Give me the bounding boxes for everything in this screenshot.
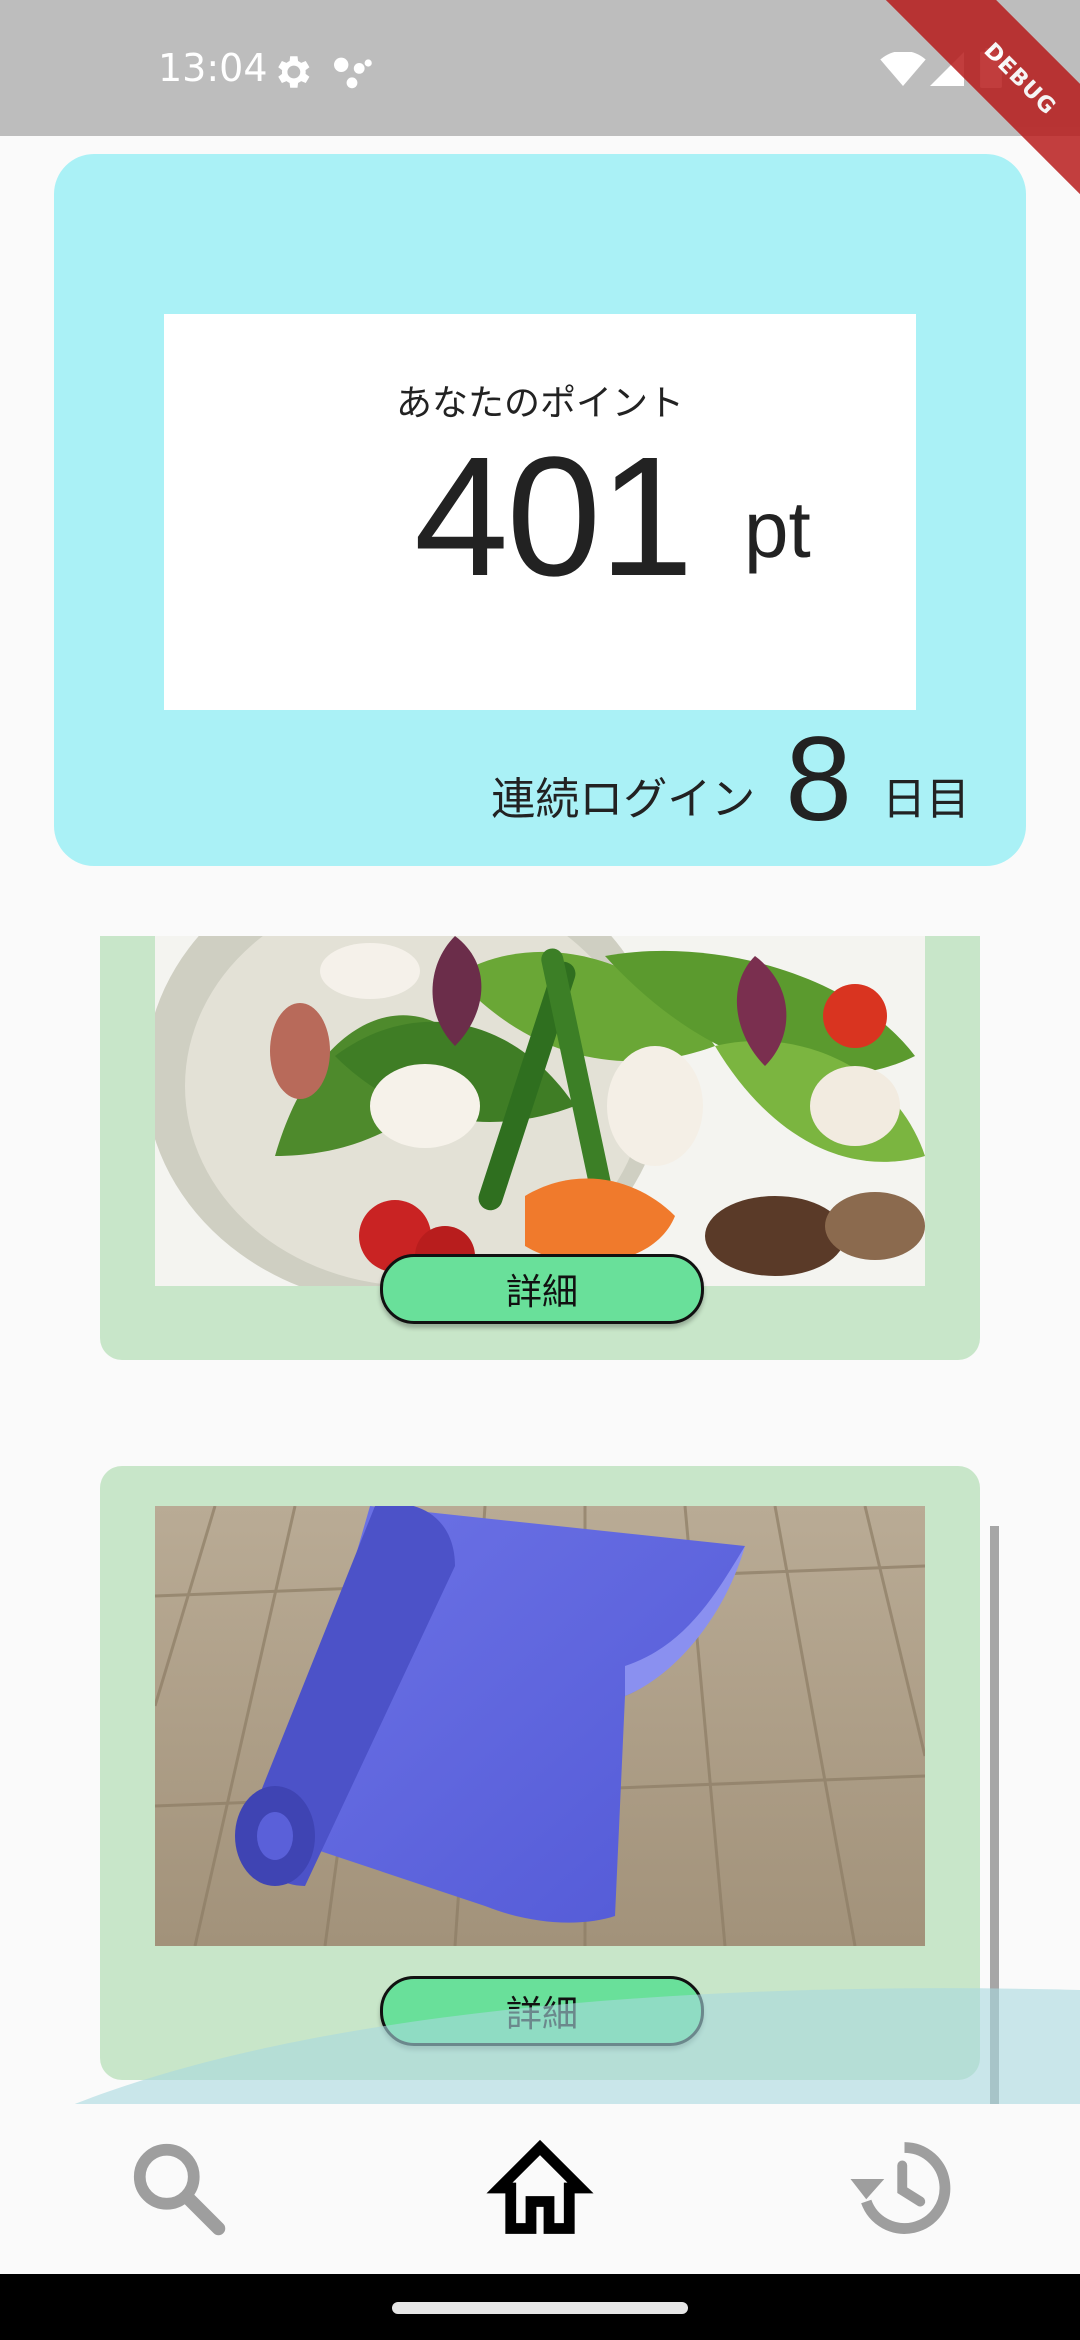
login-streak-prefix: 連続ログイン xyxy=(491,774,756,825)
login-streak: 連続ログイン 8 日目 xyxy=(491,719,970,839)
list-item: 詳細 xyxy=(100,936,980,1360)
points-value: 401 xyxy=(414,422,694,612)
points-label: あなたのポイント xyxy=(395,383,684,424)
decorative-wave xyxy=(60,1988,1080,2110)
home-icon[interactable] xyxy=(486,2134,594,2242)
points-card: あなたのポイント 401 pt xyxy=(164,314,916,710)
login-streak-suffix: 日目 xyxy=(882,774,970,825)
bottom-navigation xyxy=(0,2104,1080,2274)
detail-button[interactable]: 詳細 xyxy=(380,1254,704,1324)
salad-image xyxy=(155,936,925,1286)
wifi-icon xyxy=(880,52,926,86)
gear-icon xyxy=(278,56,310,88)
recommendation-list[interactable]: 詳細 xyxy=(0,936,1080,2108)
login-streak-days: 8 xyxy=(785,712,852,846)
home-gesture-handle[interactable] xyxy=(392,2302,688,2314)
points-unit: pt xyxy=(744,485,811,574)
assistant-dots-icon xyxy=(334,57,372,89)
points-panel: あなたのポイント 401 pt 連続ログイン 8 日目 xyxy=(54,154,1026,866)
search-icon[interactable] xyxy=(124,2134,232,2242)
status-time: 13:04 xyxy=(158,46,268,90)
yoga-mat-image xyxy=(155,1506,925,1946)
status-bar: 13:04 DEBUG xyxy=(0,0,1080,234)
history-icon[interactable] xyxy=(846,2134,954,2242)
